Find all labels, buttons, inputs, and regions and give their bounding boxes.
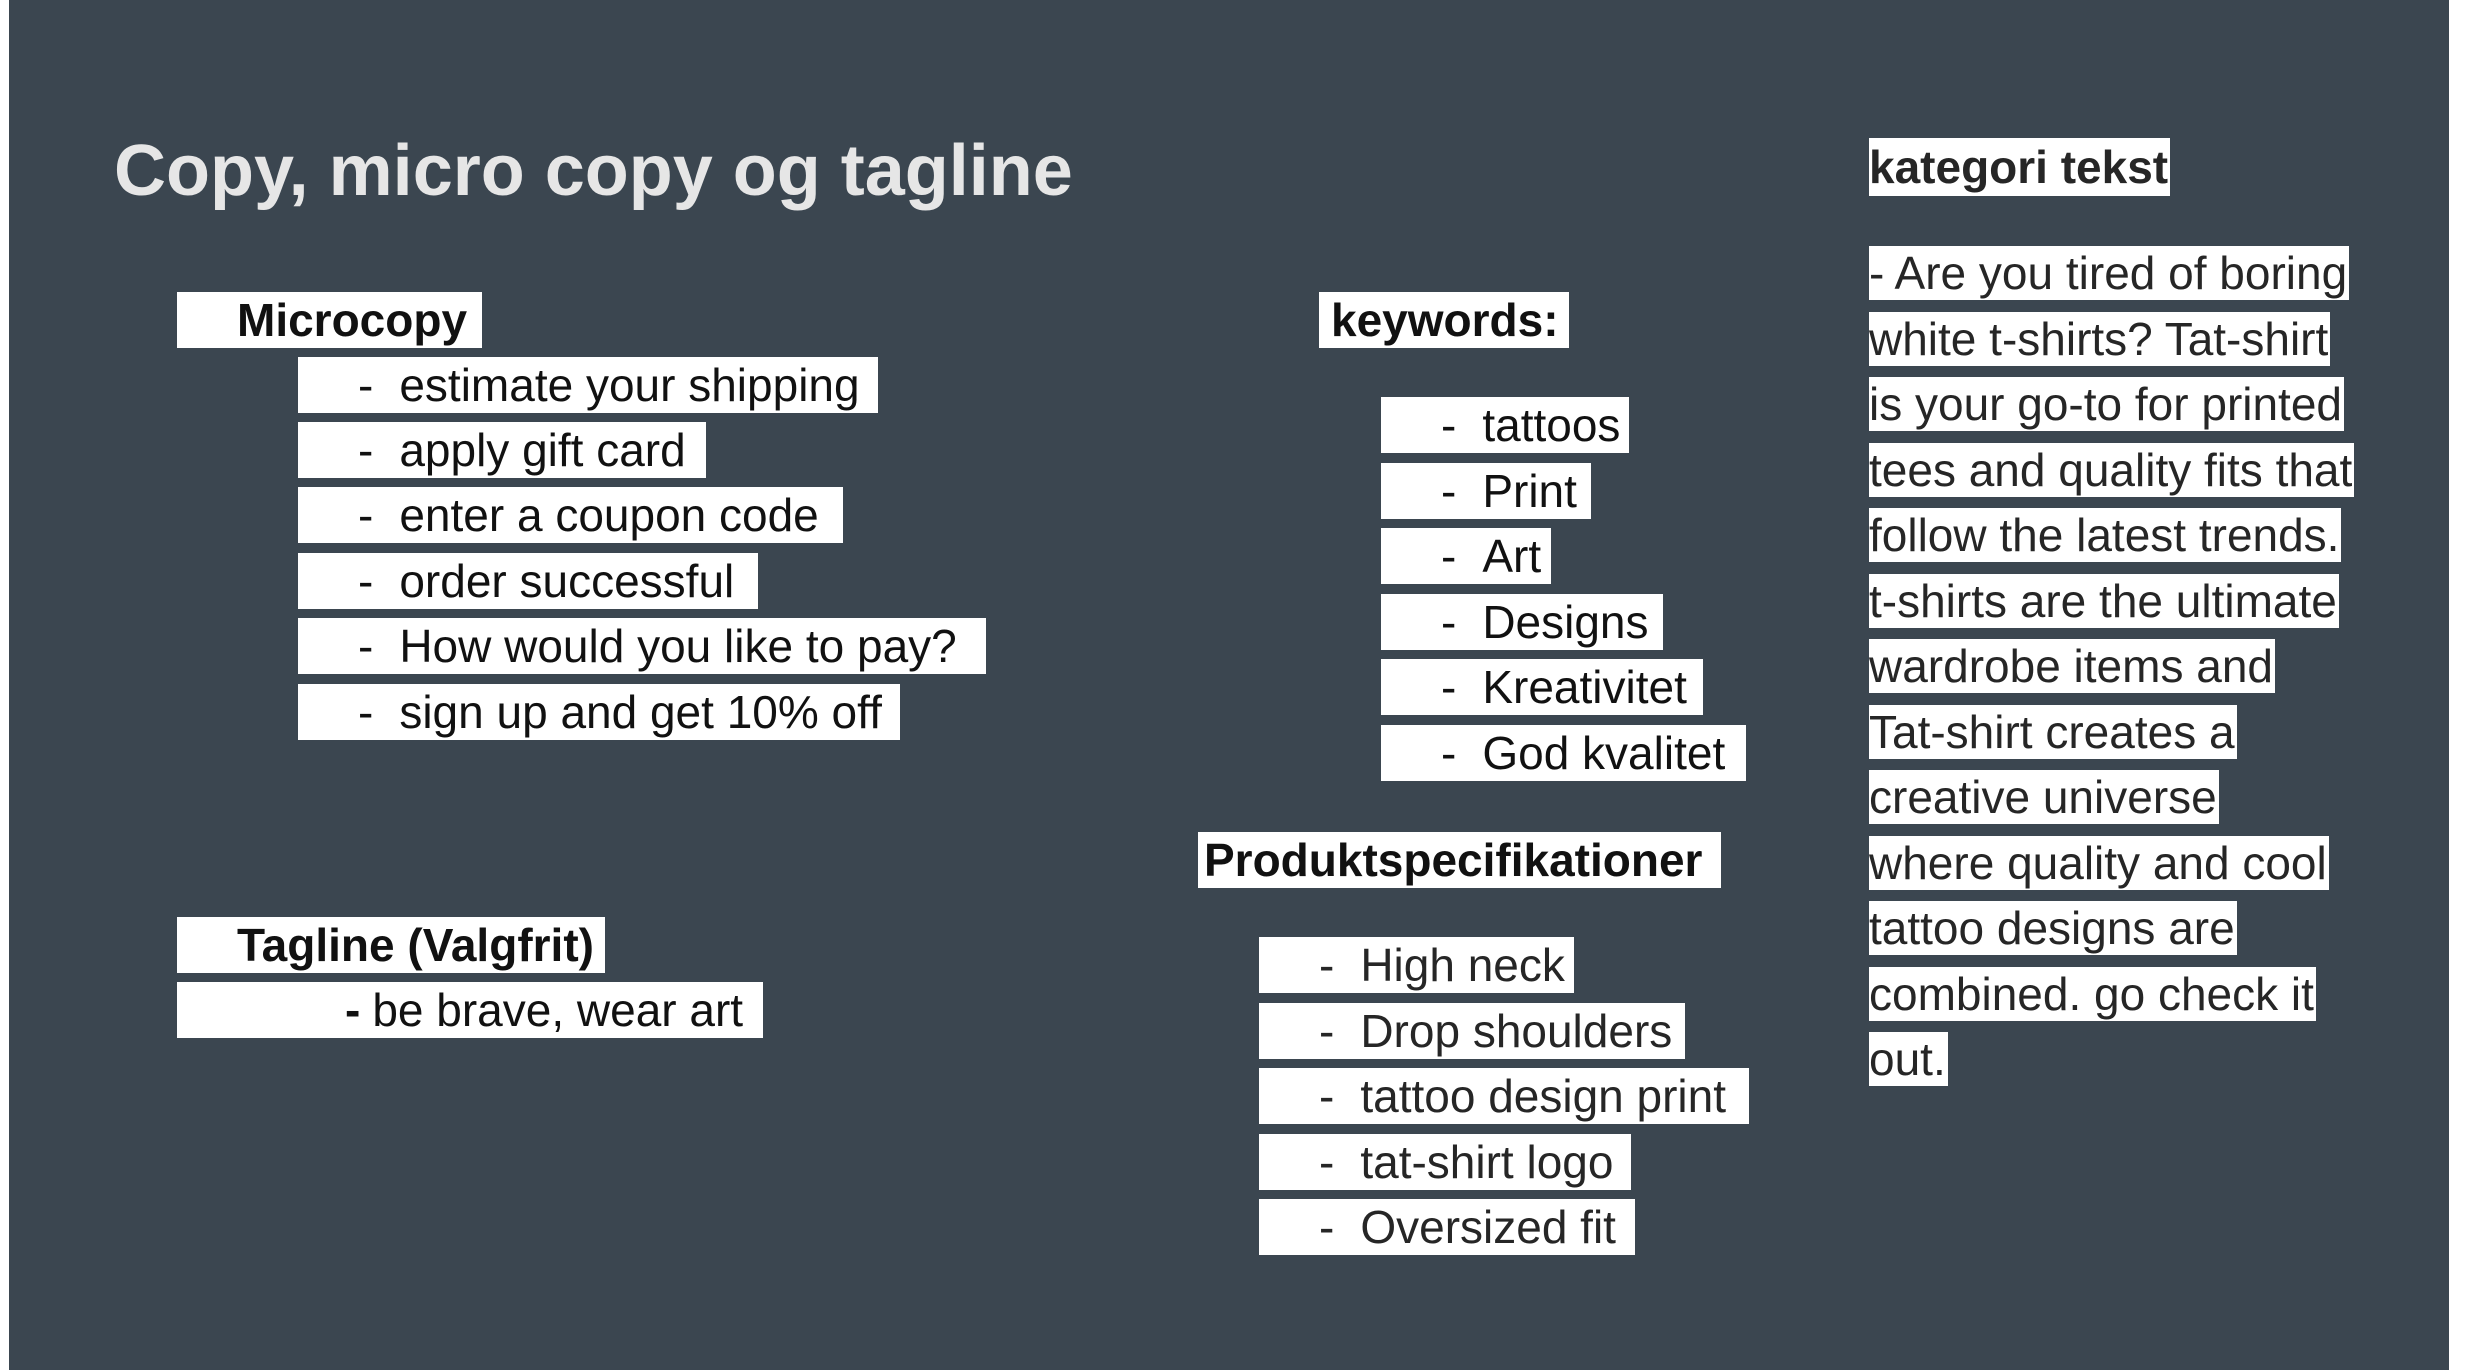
microcopy-heading: Microcopy <box>177 292 482 348</box>
kategori-line: creative universe <box>1869 770 2219 824</box>
kategori-line: follow the latest trends. <box>1869 508 2342 562</box>
microcopy-item: - apply gift card <box>298 422 706 478</box>
kategori-line: tees and quality fits that <box>1869 443 2355 497</box>
spec-item: - High neck <box>1259 937 1574 993</box>
kategori-line: where quality and cool <box>1869 836 2329 890</box>
kategori-heading-text: kategori tekst <box>1869 141 2169 193</box>
microcopy-item: - enter a coupon code <box>298 487 843 543</box>
keywords-heading-text: keywords: <box>1331 294 1559 346</box>
kategori-line: tattoo designs are <box>1869 901 2237 955</box>
keywords-heading: keywords: <box>1319 292 1569 348</box>
microcopy-item: - estimate your shipping <box>298 357 878 413</box>
page-title: Copy, micro copy og tagline <box>114 131 1073 211</box>
kategori-line: is your go-to for printed <box>1869 377 2345 431</box>
keyword-item: - Designs <box>1381 594 1663 650</box>
specs-heading: Produktspecifikationer <box>1198 832 1721 888</box>
kategori-line: wardrobe items and <box>1869 639 2275 693</box>
spec-item: - Drop shoulders <box>1259 1003 1685 1059</box>
tagline-heading: Tagline (Valgfrit) <box>177 917 605 973</box>
kategori-line: - Are you tired of boring <box>1869 246 2350 300</box>
microcopy-item: - sign up and get 10% off <box>298 684 900 740</box>
kategori-line: Tat-shirt creates a <box>1869 705 2237 759</box>
microcopy-heading-text: Microcopy <box>237 294 468 346</box>
microcopy-item: - order successful <box>298 553 758 609</box>
keyword-item: - Art <box>1381 528 1551 584</box>
kategori-line: out. <box>1869 1032 1948 1086</box>
spec-item: - Oversized fit <box>1259 1199 1635 1255</box>
specs-heading-text: Produktspecifikationer <box>1204 834 1703 886</box>
keyword-item: - Kreativitet <box>1381 659 1703 715</box>
kategori-line: white t-shirts? Tat-shirt <box>1869 312 2331 366</box>
slide: Copy, micro copy og tagline Microcopy -e… <box>9 0 2449 1370</box>
microcopy-item: - How would you like to pay? <box>298 618 986 674</box>
tagline-heading-text: Tagline (Valgfrit) <box>237 919 594 971</box>
keyword-item: - tattoos <box>1381 397 1629 453</box>
spec-item: - tat-shirt logo <box>1259 1134 1631 1190</box>
keyword-item: - Print <box>1381 463 1591 519</box>
keyword-item: - God kvalitet <box>1381 725 1746 781</box>
kategori-line: t-shirts are the ultimate <box>1869 574 2339 628</box>
tagline-text: - be brave, wear art <box>177 982 763 1038</box>
kategori-heading: kategori tekst <box>1869 138 2171 196</box>
kategori-line: combined. go check it <box>1869 967 2316 1021</box>
spec-item: - tattoo design print <box>1259 1068 1749 1124</box>
